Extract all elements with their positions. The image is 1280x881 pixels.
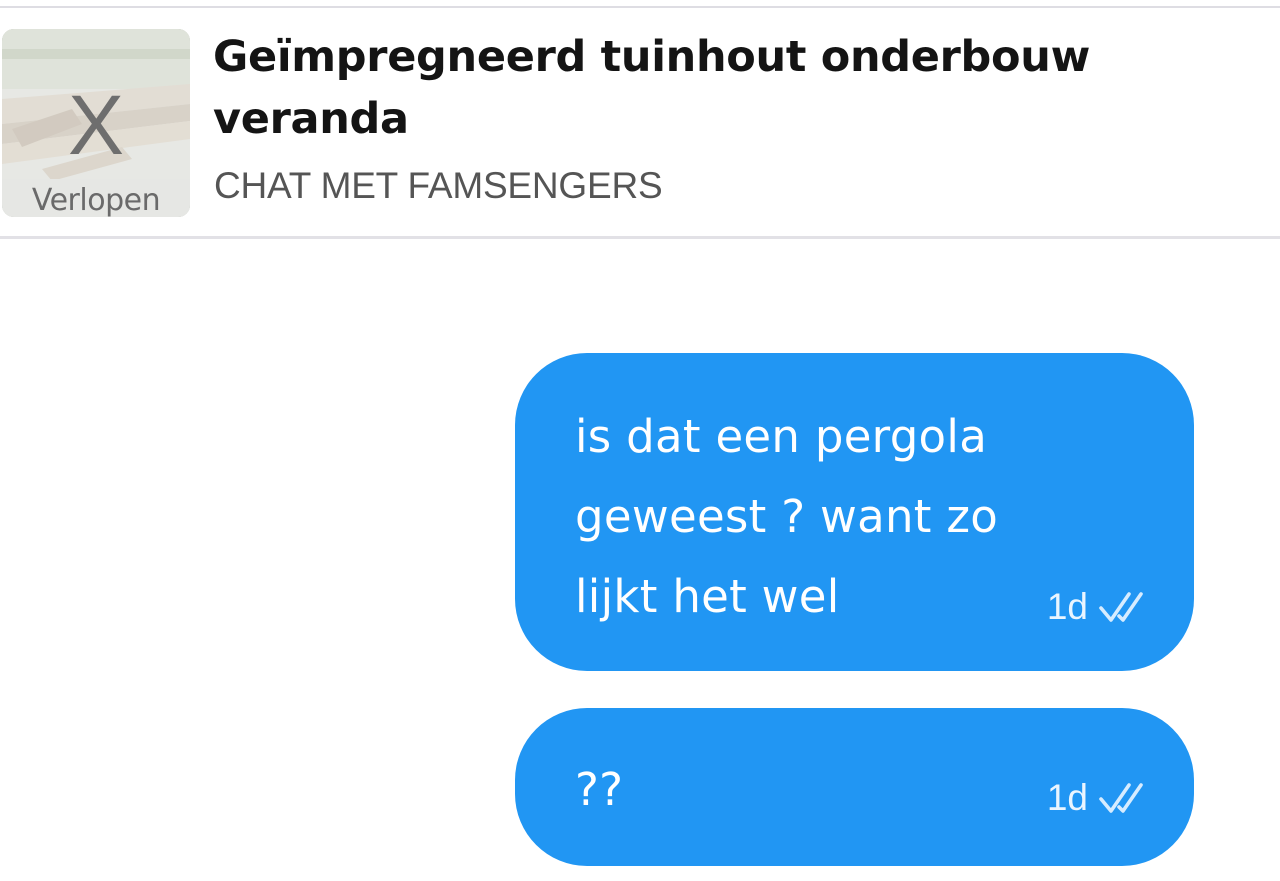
chat-partner-label: CHAT MET FAMSENGERS [214,165,663,206]
message-text: ?? [575,763,624,816]
message-meta: 1d [1047,778,1148,818]
message-meta: 1d [1047,587,1148,627]
header-divider [0,236,1280,239]
double-check-icon [1099,592,1143,622]
double-check-icon [1099,783,1143,813]
message-time: 1d [1046,586,1088,627]
listing-status: Verlopen [31,183,161,217]
listing-thumbnail[interactable]: X Verlopen [2,29,190,217]
sent-message-bubble[interactable]: is dat een pergola geweest ? want zo lij… [515,353,1194,671]
message-text: is dat een pergola geweest ? want zo lij… [575,410,999,623]
expired-mark: X [67,78,125,172]
message-time: 1d [1046,777,1088,818]
sent-message-bubble[interactable]: ?? 1d [515,708,1194,866]
listing-title[interactable]: Geïmpregneerd tuinhout onderbouw veranda [213,26,1213,150]
